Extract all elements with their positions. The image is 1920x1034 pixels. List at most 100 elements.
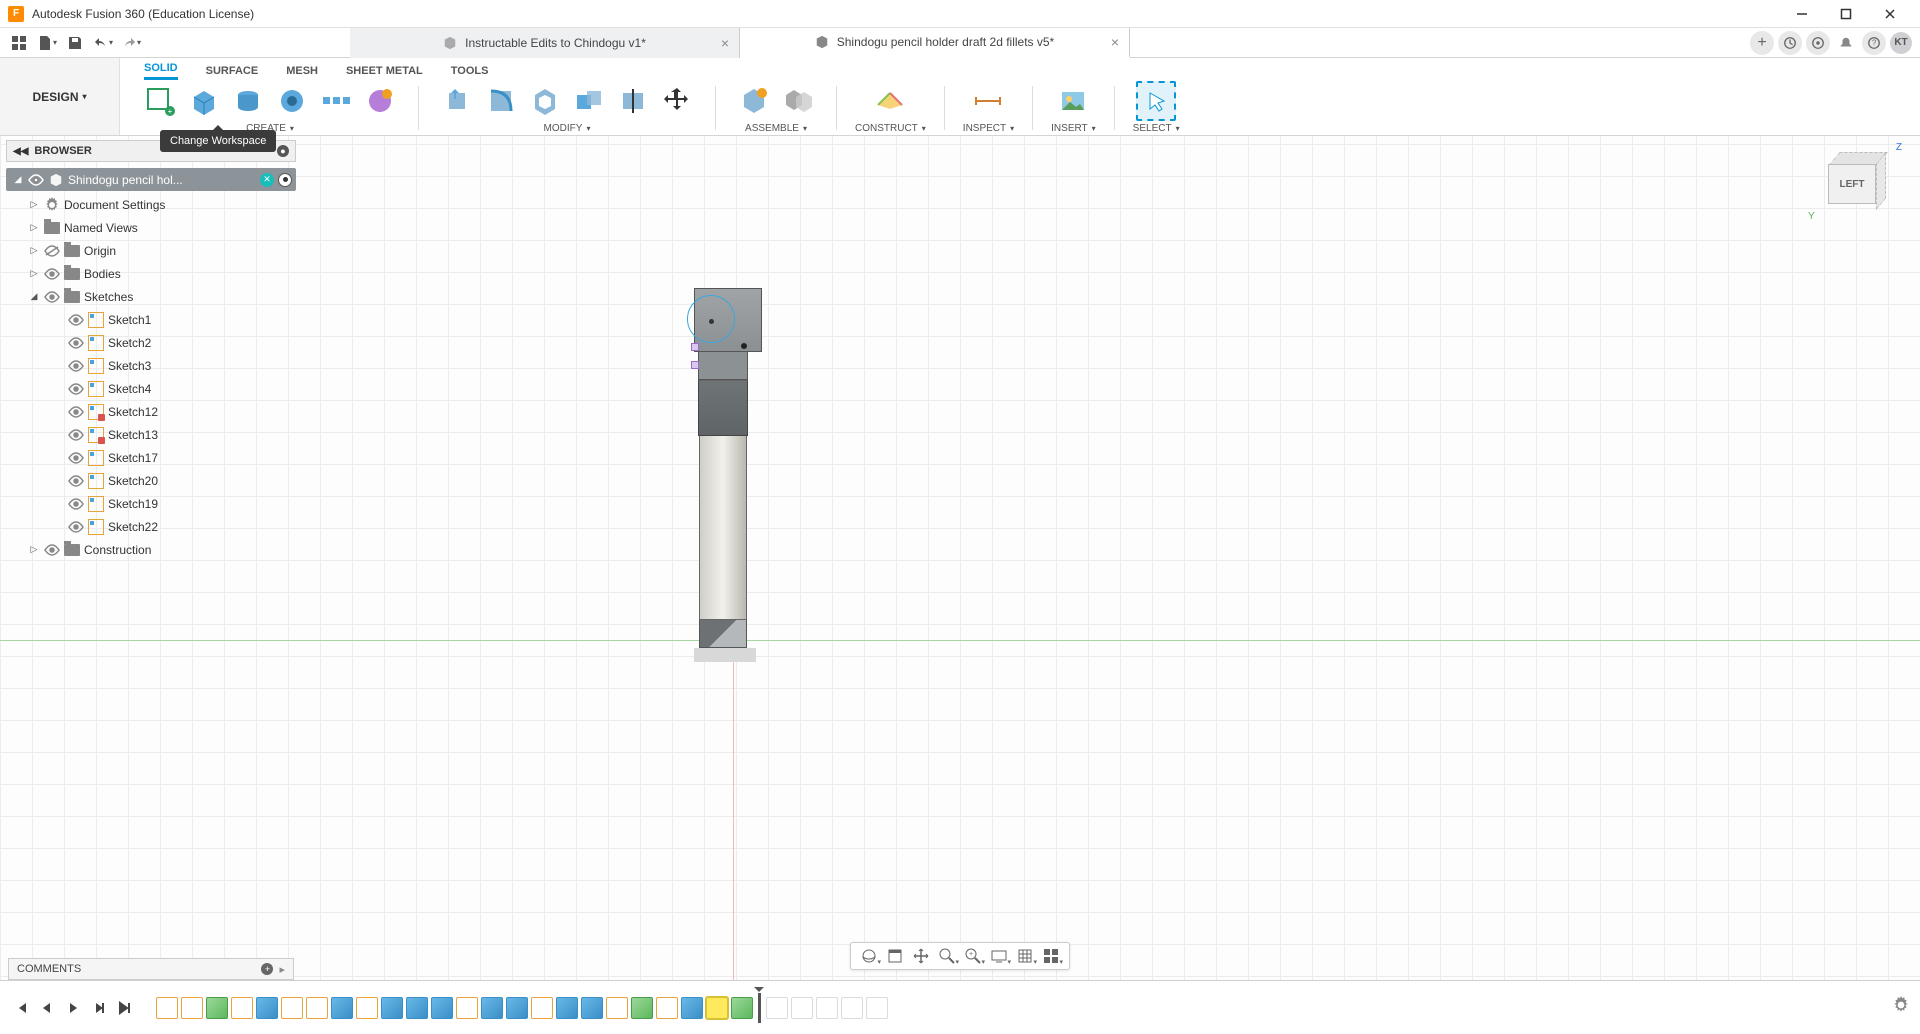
tree-node-document-settings[interactable]: ▷ Document Settings — [6, 193, 296, 216]
visibility-toggle[interactable] — [68, 450, 84, 466]
window-minimize-button[interactable] — [1780, 0, 1824, 28]
ribbon-tab-surface[interactable]: SURFACE — [206, 65, 259, 80]
timeline-feature[interactable] — [556, 997, 578, 1019]
visibility-toggle[interactable] — [68, 381, 84, 397]
visibility-toggle[interactable] — [68, 519, 84, 535]
split-button[interactable] — [613, 81, 653, 121]
form-button[interactable] — [360, 81, 400, 121]
revolve-button[interactable] — [228, 81, 268, 121]
timeline-feature[interactable] — [581, 997, 603, 1019]
data-panel-button[interactable] — [8, 32, 30, 54]
measure-button[interactable] — [968, 81, 1008, 121]
model-top-block[interactable] — [694, 288, 762, 352]
visibility-toggle[interactable] — [68, 335, 84, 351]
timeline-feature[interactable] — [231, 997, 253, 1019]
ribbon-tab-solid[interactable]: SOLID — [144, 62, 178, 80]
undo-button[interactable]: ▾ — [92, 32, 114, 54]
timeline-step-back-button[interactable] — [36, 997, 58, 1019]
tree-node-sketch[interactable]: Sketch1 — [6, 308, 296, 331]
hole-button[interactable] — [272, 81, 312, 121]
redo-button[interactable]: ▾ — [120, 32, 142, 54]
timeline-feature[interactable] — [281, 997, 303, 1019]
timeline-feature[interactable] — [181, 997, 203, 1019]
timeline-feature[interactable] — [331, 997, 353, 1019]
extrude-button[interactable] — [184, 81, 224, 121]
timeline-step-fwd-button[interactable] — [88, 997, 110, 1019]
visibility-toggle[interactable] — [68, 312, 84, 328]
sketch-point[interactable] — [709, 319, 714, 324]
tree-node-sketch[interactable]: Sketch17 — [6, 446, 296, 469]
timeline-feature[interactable] — [791, 997, 813, 1019]
move-button[interactable] — [657, 81, 697, 121]
tree-node-sketch[interactable]: Sketch20 — [6, 469, 296, 492]
tree-node-bodies[interactable]: ▷ Bodies — [6, 262, 296, 285]
create-sketch-button[interactable]: + — [140, 81, 180, 121]
notifications-button[interactable] — [1834, 31, 1858, 55]
modify-label[interactable]: MODIFY — [544, 123, 591, 134]
timeline-feature[interactable] — [731, 997, 753, 1019]
sketch-constraint-icon[interactable] — [691, 343, 699, 351]
save-button[interactable] — [64, 32, 86, 54]
view-cube-side-face[interactable] — [1876, 152, 1886, 210]
close-tab-icon[interactable]: × — [721, 35, 729, 51]
sketch-constraint-icon[interactable] — [691, 361, 699, 369]
view-cube-front-face[interactable]: LEFT — [1828, 164, 1876, 204]
tree-node-sketch[interactable]: Sketch22 — [6, 515, 296, 538]
visibility-toggle[interactable] — [68, 496, 84, 512]
view-cube[interactable]: LEFT Z Y — [1822, 148, 1892, 218]
timeline-feature[interactable] — [256, 997, 278, 1019]
collapse-icon[interactable]: ◀◀ — [13, 146, 28, 157]
timeline-feature[interactable] — [456, 997, 478, 1019]
orbit-button[interactable]: ▾ — [857, 945, 881, 967]
visibility-toggle[interactable] — [44, 289, 60, 305]
timeline-feature[interactable] — [816, 997, 838, 1019]
fit-button[interactable]: +▾ — [961, 945, 985, 967]
timeline-feature[interactable] — [481, 997, 503, 1019]
visibility-toggle[interactable] — [44, 243, 60, 259]
timeline-feature[interactable] — [506, 997, 528, 1019]
ribbon-tab-tools[interactable]: TOOLS — [451, 65, 489, 80]
look-at-button[interactable] — [883, 945, 907, 967]
timeline-feature[interactable] — [406, 997, 428, 1019]
workspace-switcher[interactable]: DESIGN▾ — [0, 58, 120, 135]
inspect-label[interactable]: INSPECT — [963, 123, 1014, 134]
timeline-feature[interactable] — [156, 997, 178, 1019]
display-settings-button[interactable]: ▾ — [987, 945, 1011, 967]
timeline-feature[interactable] — [706, 997, 728, 1019]
timeline-settings-button[interactable] — [1892, 996, 1910, 1019]
visibility-toggle[interactable] — [44, 266, 60, 282]
select-button[interactable] — [1136, 81, 1176, 121]
visibility-toggle[interactable] — [68, 427, 84, 443]
comments-bar[interactable]: COMMENTS + ▸ — [8, 958, 294, 980]
window-close-button[interactable] — [1868, 0, 1912, 28]
timeline-feature[interactable] — [381, 997, 403, 1019]
model-shaft[interactable] — [699, 436, 747, 620]
tree-node-named-views[interactable]: ▷ Named Views — [6, 216, 296, 239]
timeline-feature[interactable] — [306, 997, 328, 1019]
ribbon-tab-mesh[interactable]: MESH — [286, 65, 318, 80]
timeline-play-button[interactable] — [62, 997, 84, 1019]
grid-settings-button[interactable]: ▾ — [1013, 945, 1037, 967]
model-segment[interactable] — [698, 380, 748, 436]
timeline-feature[interactable] — [841, 997, 863, 1019]
document-tab-2[interactable]: Shindogu pencil holder draft 2d fillets … — [740, 28, 1130, 58]
tree-node-origin[interactable]: ▷ Origin — [6, 239, 296, 262]
timeline-feature[interactable] — [606, 997, 628, 1019]
shell-button[interactable] — [525, 81, 565, 121]
tree-node-sketches[interactable]: ◢ Sketches — [6, 285, 296, 308]
tree-node-sketch[interactable]: Sketch2 — [6, 331, 296, 354]
help-button[interactable]: ? — [1862, 31, 1886, 55]
user-avatar[interactable]: KT — [1890, 32, 1912, 54]
tree-node-sketch[interactable]: Sketch3 — [6, 354, 296, 377]
model-segment[interactable] — [698, 352, 748, 380]
new-component-button[interactable] — [734, 81, 774, 121]
timeline-feature[interactable] — [656, 997, 678, 1019]
job-status-button[interactable] — [1806, 31, 1830, 55]
sketch-point[interactable] — [741, 343, 747, 349]
timeline-feature[interactable] — [431, 997, 453, 1019]
file-menu-button[interactable]: ▾ — [36, 32, 58, 54]
badge-icon[interactable]: ✕ — [260, 173, 274, 187]
tree-node-sketch[interactable]: Sketch19 — [6, 492, 296, 515]
visibility-toggle[interactable] — [68, 473, 84, 489]
combine-button[interactable] — [569, 81, 609, 121]
